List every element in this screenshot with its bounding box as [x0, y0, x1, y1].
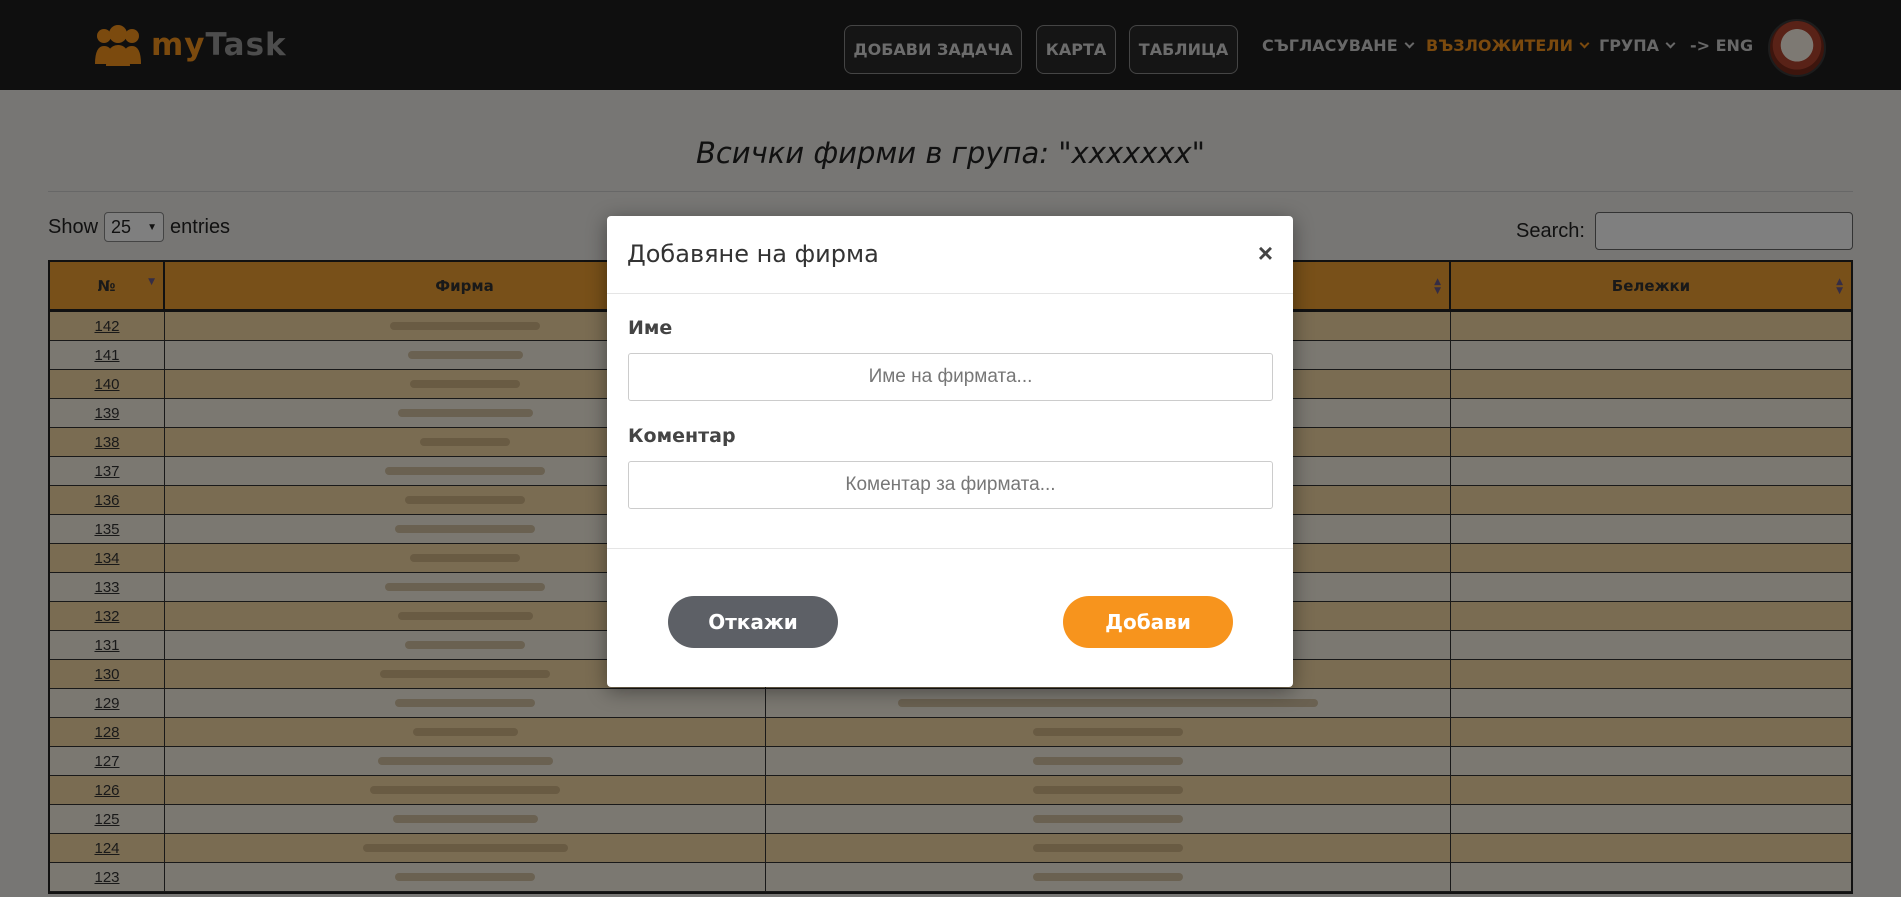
name-label: Име — [628, 317, 673, 339]
cancel-button[interactable]: Откажи — [668, 596, 838, 648]
modal-title: Добавяне на фирма — [627, 240, 879, 268]
divider — [607, 548, 1293, 549]
modal-header: Добавяне на фирма × — [607, 216, 1293, 294]
add-button[interactable]: Добави — [1063, 596, 1233, 648]
add-company-modal: Добавяне на фирма × Име Име на фирмата..… — [607, 216, 1293, 687]
comment-label: Коментар — [628, 425, 736, 447]
close-icon[interactable]: × — [1258, 238, 1273, 269]
company-name-input[interactable]: Име на фирмата... — [628, 353, 1273, 401]
company-comment-input[interactable]: Коментар за фирмата... — [628, 461, 1273, 509]
